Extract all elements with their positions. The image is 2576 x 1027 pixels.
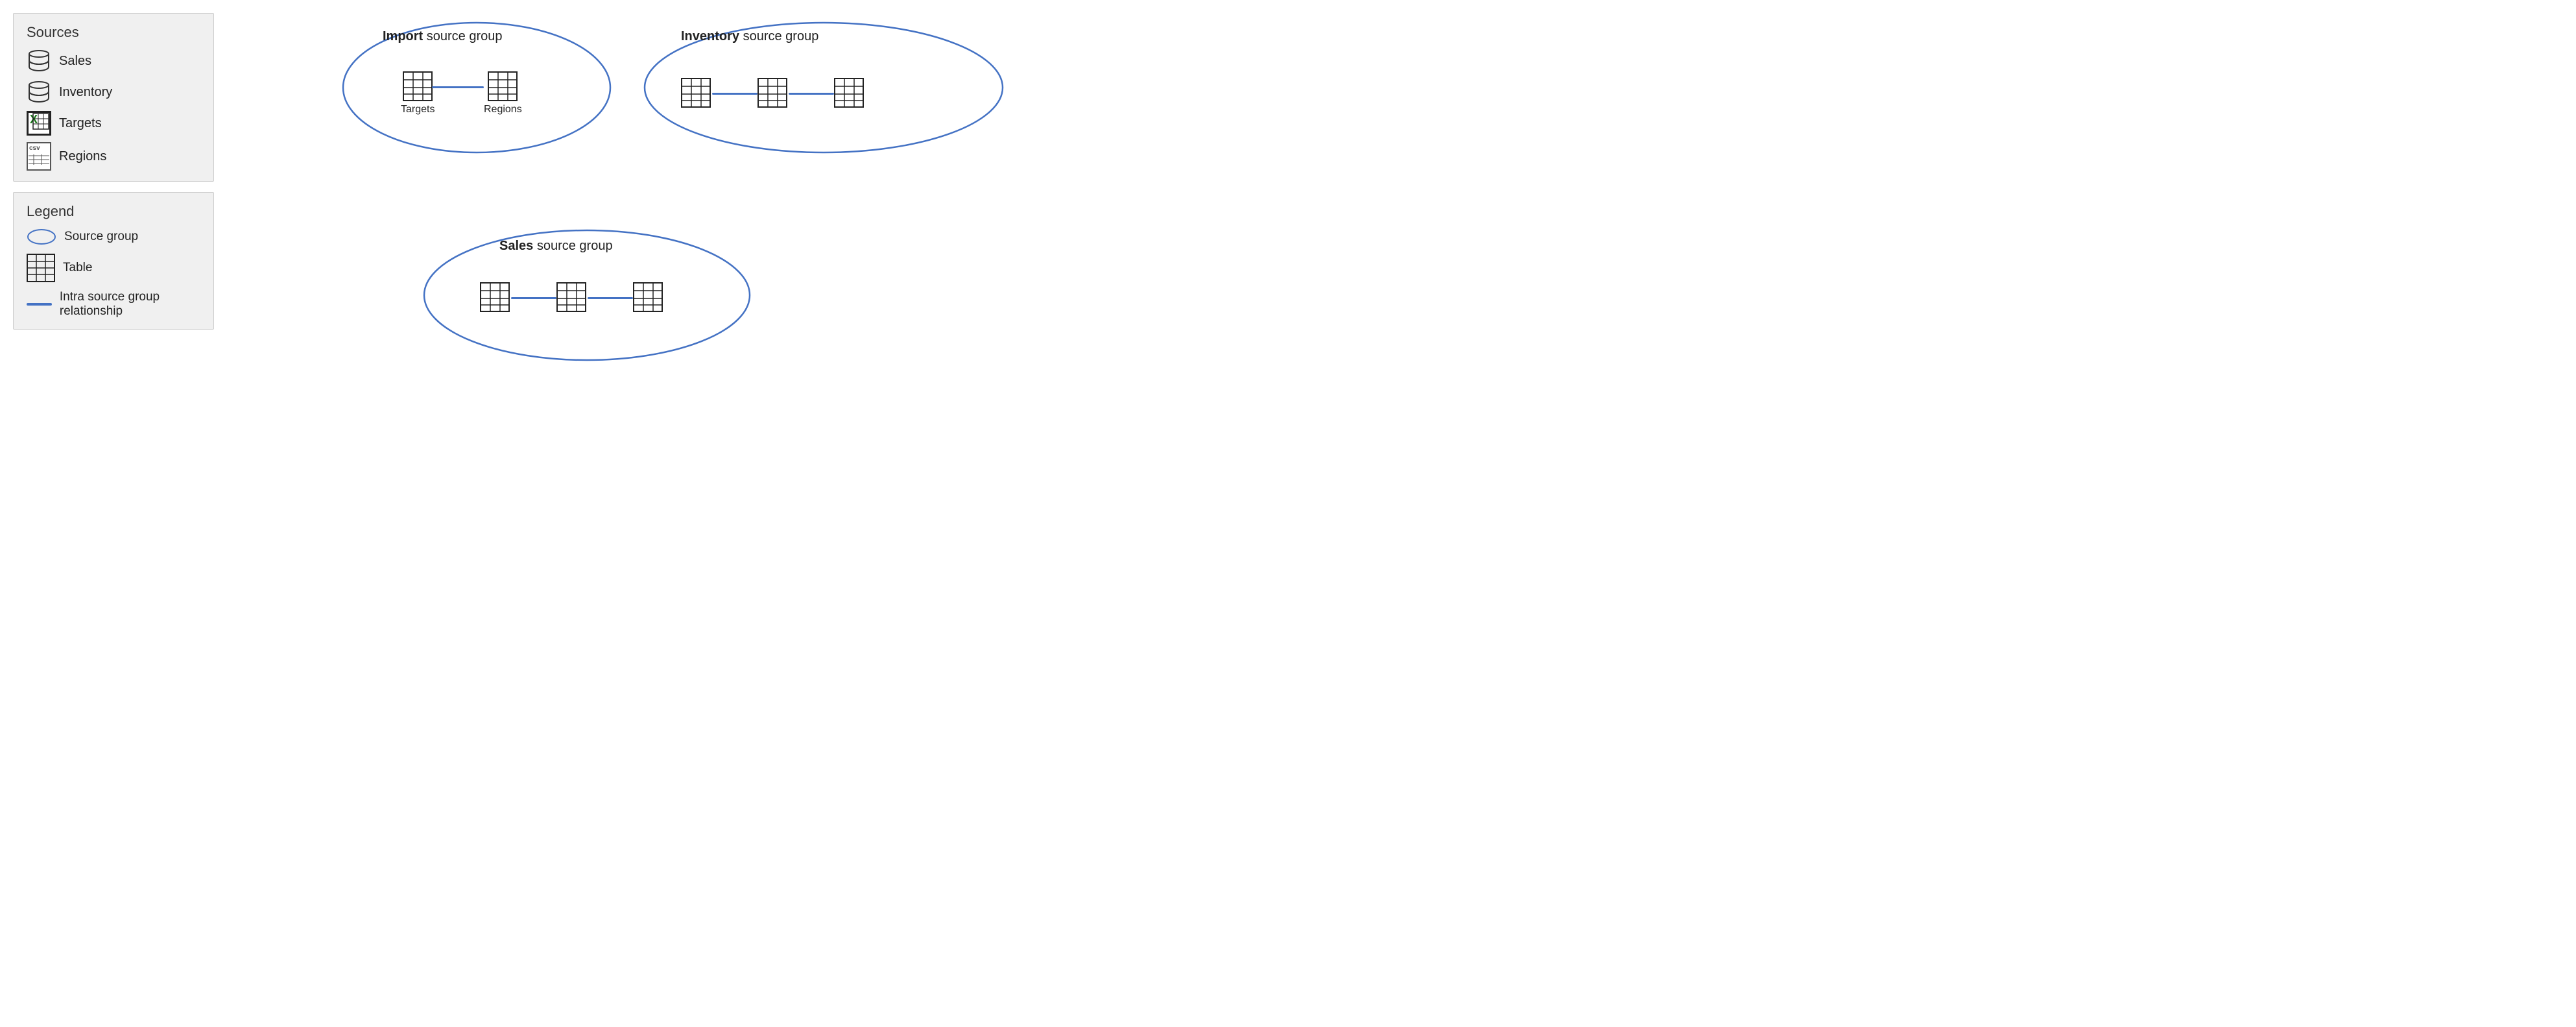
source-label-sales: Sales <box>59 54 91 69</box>
sales-connector-1 <box>511 297 556 299</box>
db-icon-inventory <box>27 80 51 104</box>
legend-label-relationship: Intra source group relationship <box>60 290 200 319</box>
source-item-regions: csv Regions <box>27 142 200 171</box>
legend-ellipse-icon <box>27 228 56 246</box>
inventory-connector-1 <box>712 93 757 95</box>
sales-node-1 <box>480 282 510 312</box>
import-regions-node: Regions <box>484 71 522 115</box>
import-connector <box>432 86 484 88</box>
main-layout: Sources Sales <box>0 0 1288 513</box>
legend-label-source-group: Source group <box>64 230 138 244</box>
inventory-table-icon-2 <box>757 78 787 108</box>
sales-table-icon-1 <box>480 282 510 312</box>
import-regions-icon <box>488 71 518 101</box>
left-panel: Sources Sales <box>13 13 214 500</box>
source-label-targets: Targets <box>59 116 102 131</box>
inventory-node-3 <box>834 78 864 108</box>
legend-list: Source group Table <box>27 228 200 319</box>
source-list: Sales Inventory <box>27 49 200 171</box>
source-item-inventory: Inventory <box>27 80 200 104</box>
source-item-sales: Sales <box>27 49 200 73</box>
sales-node-3 <box>633 282 663 312</box>
legend-item-source-group: Source group <box>27 228 200 246</box>
sales-table-icon-2 <box>556 282 586 312</box>
sources-title: Sources <box>27 24 200 41</box>
legend-title: Legend <box>27 203 200 220</box>
sales-connector-2 <box>588 297 633 299</box>
sales-group-title: Sales source group <box>499 239 613 254</box>
excel-icon-targets: X <box>27 111 51 136</box>
inventory-node-1 <box>681 78 711 108</box>
import-targets-icon <box>403 71 433 101</box>
sales-node-2 <box>556 282 586 312</box>
sources-panel: Sources Sales <box>13 13 214 182</box>
legend-item-relationship: Intra source group relationship <box>27 290 200 319</box>
sales-table-icon-3 <box>633 282 663 312</box>
inventory-table-icon-3 <box>834 78 864 108</box>
inventory-table-icon-1 <box>681 78 711 108</box>
legend-line-icon <box>27 303 52 306</box>
db-icon-sales <box>27 49 51 73</box>
inventory-group-title: Inventory source group <box>681 29 818 44</box>
source-label-inventory: Inventory <box>59 85 112 100</box>
import-targets-node: Targets <box>401 71 435 115</box>
diagram-area: Import source group Targets <box>227 13 1275 500</box>
legend-panel: Legend Source group <box>13 192 214 330</box>
source-label-regions: Regions <box>59 149 106 164</box>
csv-icon-regions: csv <box>27 142 51 171</box>
import-targets-label: Targets <box>401 104 435 115</box>
import-group-title: Import source group <box>383 29 503 44</box>
legend-table-icon <box>27 254 55 282</box>
source-item-targets: X Targets <box>27 111 200 136</box>
import-regions-label: Regions <box>484 104 522 115</box>
inventory-connector-2 <box>789 93 834 95</box>
inventory-node-2 <box>757 78 787 108</box>
legend-label-table: Table <box>63 261 92 275</box>
legend-item-table: Table <box>27 254 200 282</box>
